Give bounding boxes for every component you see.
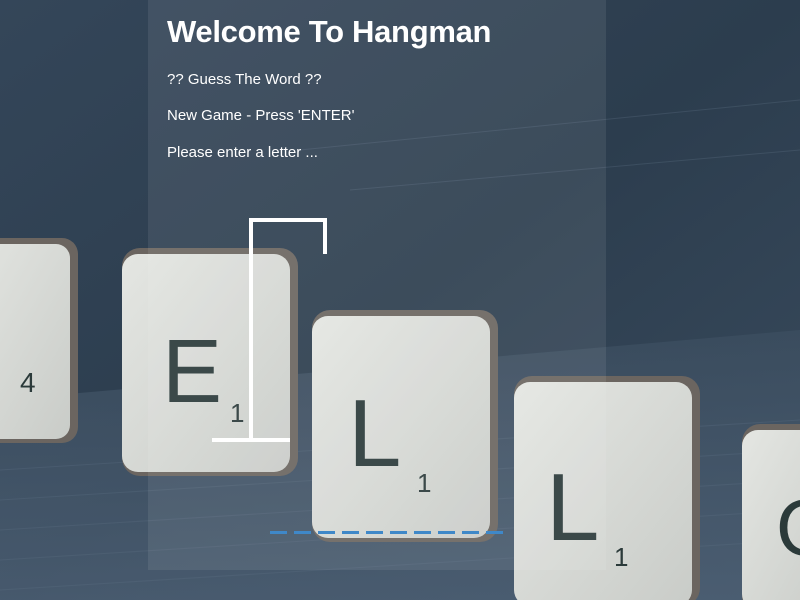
svg-text:4: 4: [20, 367, 36, 398]
letter-slot: [414, 531, 431, 534]
letter-slot: [462, 531, 479, 534]
letter-slot: [438, 531, 455, 534]
game-status: New Game - Press 'ENTER': [167, 107, 355, 124]
letter-prompt: Please enter a letter ...: [167, 144, 318, 161]
letter-slot: [270, 531, 287, 534]
letter-slot: [318, 531, 335, 534]
word-slots: [270, 531, 503, 534]
gallows-pole: [249, 218, 253, 440]
letter-slot: [390, 531, 407, 534]
game-title: Welcome To Hangman: [167, 14, 492, 49]
gallows-beam: [249, 218, 327, 222]
game-subtitle: ?? Guess The Word ??: [167, 71, 322, 88]
svg-text:1: 1: [614, 542, 628, 572]
letter-slot: [486, 531, 503, 534]
tile: O: [742, 424, 800, 600]
gallows-rope: [323, 218, 327, 254]
letter-slot: [342, 531, 359, 534]
tile: 4: [0, 238, 78, 443]
svg-text:O: O: [776, 483, 800, 572]
letter-slot: [366, 531, 383, 534]
letter-slot: [294, 531, 311, 534]
